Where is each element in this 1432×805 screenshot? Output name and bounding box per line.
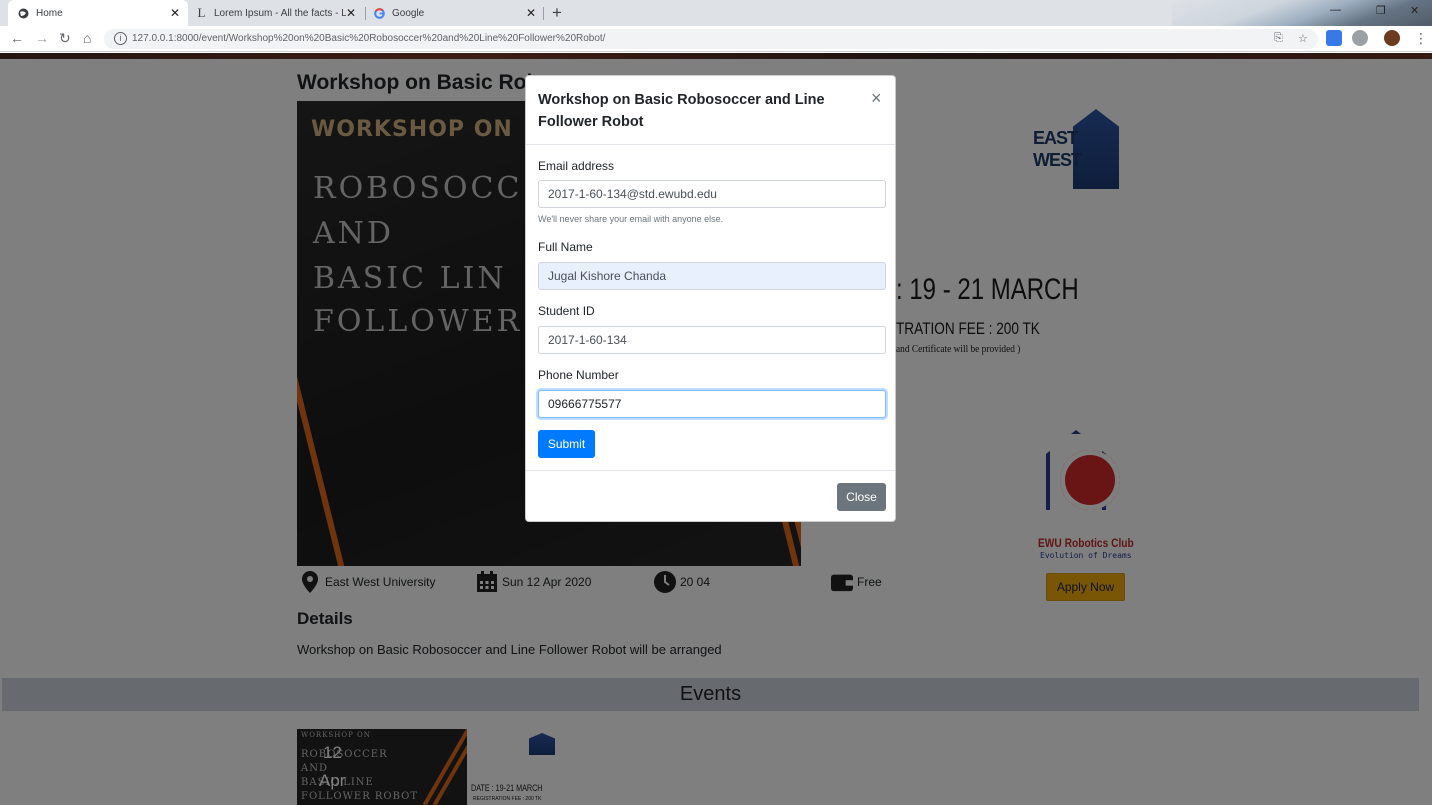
student-id-label: Student ID bbox=[538, 304, 595, 318]
url-text[interactable]: 127.0.0.1:8000/event/Workshop%20on%20Bas… bbox=[132, 33, 605, 44]
tab-title: Home bbox=[36, 7, 63, 19]
browser-tab-strip: Home ✕ L Lorem Ipsum - All the facts - L… bbox=[0, 0, 1432, 26]
profile-avatar[interactable] bbox=[1384, 30, 1400, 46]
extension-icon[interactable] bbox=[1326, 30, 1342, 46]
registration-modal: Workshop on Basic Robosoccer and Line Fo… bbox=[525, 75, 896, 522]
tab-title: Google bbox=[392, 7, 425, 19]
new-tab-button[interactable]: + bbox=[552, 3, 562, 23]
site-info-icon[interactable]: i bbox=[114, 32, 127, 45]
theme-background bbox=[1172, 0, 1432, 26]
close-tab-icon[interactable]: ✕ bbox=[346, 6, 356, 20]
back-arrow-icon[interactable]: ← bbox=[10, 30, 24, 46]
phone-field[interactable] bbox=[538, 390, 886, 418]
modal-title: Workshop on Basic Robosoccer and Line Fo… bbox=[538, 92, 825, 130]
modal-footer: Close bbox=[526, 470, 895, 523]
google-favicon bbox=[374, 7, 385, 19]
translate-icon[interactable]: ⎘ bbox=[1274, 32, 1283, 45]
close-tab-icon[interactable]: ✕ bbox=[526, 6, 536, 20]
close-button[interactable]: Close bbox=[837, 483, 886, 511]
full-name-label: Full Name bbox=[538, 240, 593, 254]
close-icon[interactable]: × bbox=[871, 88, 882, 109]
tab-lorem-ipsum[interactable]: L Lorem Ipsum - All the facts - Lip ✕ bbox=[188, 0, 364, 26]
window-close-icon[interactable]: ✕ bbox=[1410, 4, 1419, 17]
reload-icon[interactable]: ↻ bbox=[59, 30, 71, 47]
email-help-text: We'll never share your email with anyone… bbox=[538, 214, 724, 224]
tab-google[interactable]: Google ✕ bbox=[366, 0, 544, 26]
email-field[interactable] bbox=[538, 180, 886, 208]
menu-kebab-icon[interactable]: ⋮ bbox=[1414, 30, 1428, 47]
email-label: Email address bbox=[538, 159, 615, 173]
student-id-field[interactable] bbox=[538, 326, 886, 354]
phone-label: Phone Number bbox=[538, 368, 619, 382]
close-tab-icon[interactable]: ✕ bbox=[170, 6, 180, 20]
maximize-icon[interactable]: ❐ bbox=[1376, 4, 1386, 17]
tab-title: Lorem Ipsum - All the facts - Lip bbox=[214, 7, 346, 19]
lorem-ipsum-favicon: L bbox=[197, 5, 206, 20]
minimize-icon[interactable]: — bbox=[1330, 4, 1341, 16]
extension-icon[interactable] bbox=[1352, 30, 1368, 46]
home-icon[interactable]: ⌂ bbox=[83, 30, 91, 46]
omnibox[interactable]: i 127.0.0.1:8000/event/Workshop%20on%20B… bbox=[104, 29, 1318, 49]
tab-separator bbox=[543, 7, 544, 20]
address-bar-row: ← → ↻ ⌂ i 127.0.0.1:8000/event/Workshop%… bbox=[0, 26, 1432, 52]
globe-icon bbox=[18, 8, 29, 19]
submit-button[interactable]: Submit bbox=[538, 430, 595, 458]
full-name-field[interactable] bbox=[538, 262, 886, 290]
bookmark-star-icon[interactable]: ☆ bbox=[1298, 32, 1308, 45]
modal-header: Workshop on Basic Robosoccer and Line Fo… bbox=[526, 76, 895, 145]
forward-arrow-icon[interactable]: → bbox=[35, 30, 49, 46]
tab-home[interactable]: Home ✕ bbox=[8, 0, 188, 26]
